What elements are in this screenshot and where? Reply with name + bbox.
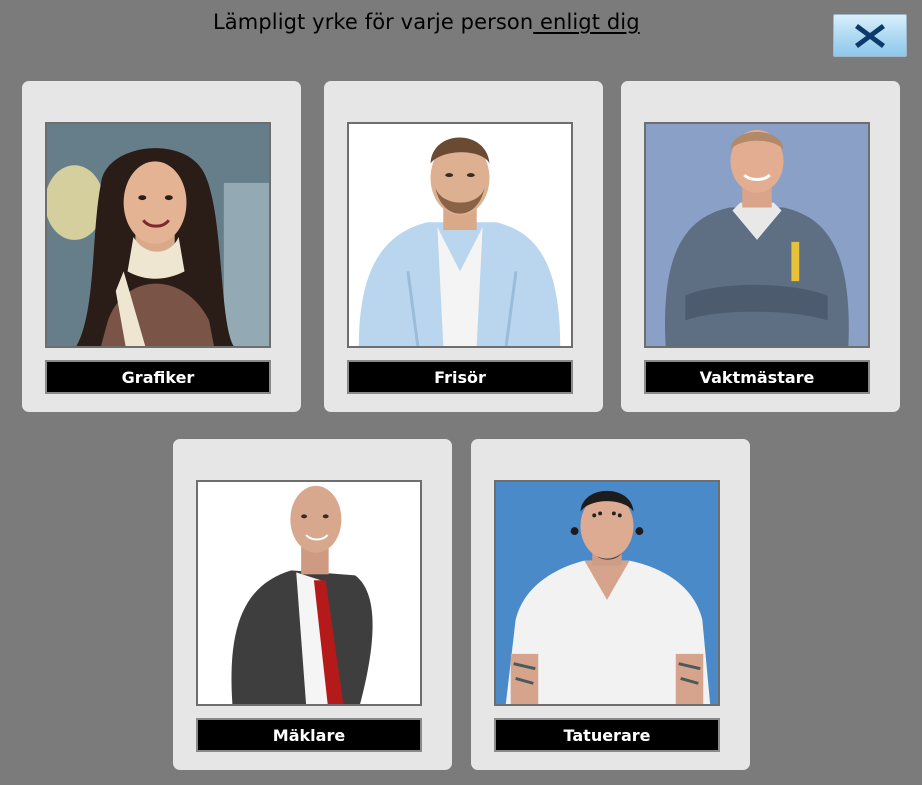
card-label-maklare[interactable]: Mäklare xyxy=(196,718,422,752)
smiling-man-grey-work-uniform-photo xyxy=(644,122,870,348)
title-main: Lämpligt yrke för varje person xyxy=(213,10,534,34)
bald-man-suit-red-tie-photo xyxy=(196,480,422,706)
card-label-frisor[interactable]: Frisör xyxy=(347,360,573,394)
smiling-woman-long-dark-hair-photo xyxy=(45,122,271,348)
card-label-grafiker[interactable]: Grafiker xyxy=(45,360,271,394)
profession-card-vaktmastare: Vaktmästare xyxy=(621,81,900,412)
tattooed-man-white-tshirt-photo xyxy=(494,480,720,706)
profession-card-maklare: Mäklare xyxy=(173,439,452,770)
page-title: Lämpligt yrke för varje person enligt di… xyxy=(213,10,640,34)
title-emphasis: enligt dig xyxy=(533,10,640,34)
close-button[interactable] xyxy=(833,14,907,57)
profession-card-grafiker: Grafiker xyxy=(22,81,301,412)
card-label-tatuerare[interactable]: Tatuerare xyxy=(494,718,720,752)
profession-card-tatuerare: Tatuerare xyxy=(471,439,750,770)
close-x-icon xyxy=(855,23,885,48)
profession-card-frisor: Frisör xyxy=(324,81,603,412)
card-label-vaktmastare[interactable]: Vaktmästare xyxy=(644,360,870,394)
bearded-man-light-blue-shirt-photo xyxy=(347,122,573,348)
